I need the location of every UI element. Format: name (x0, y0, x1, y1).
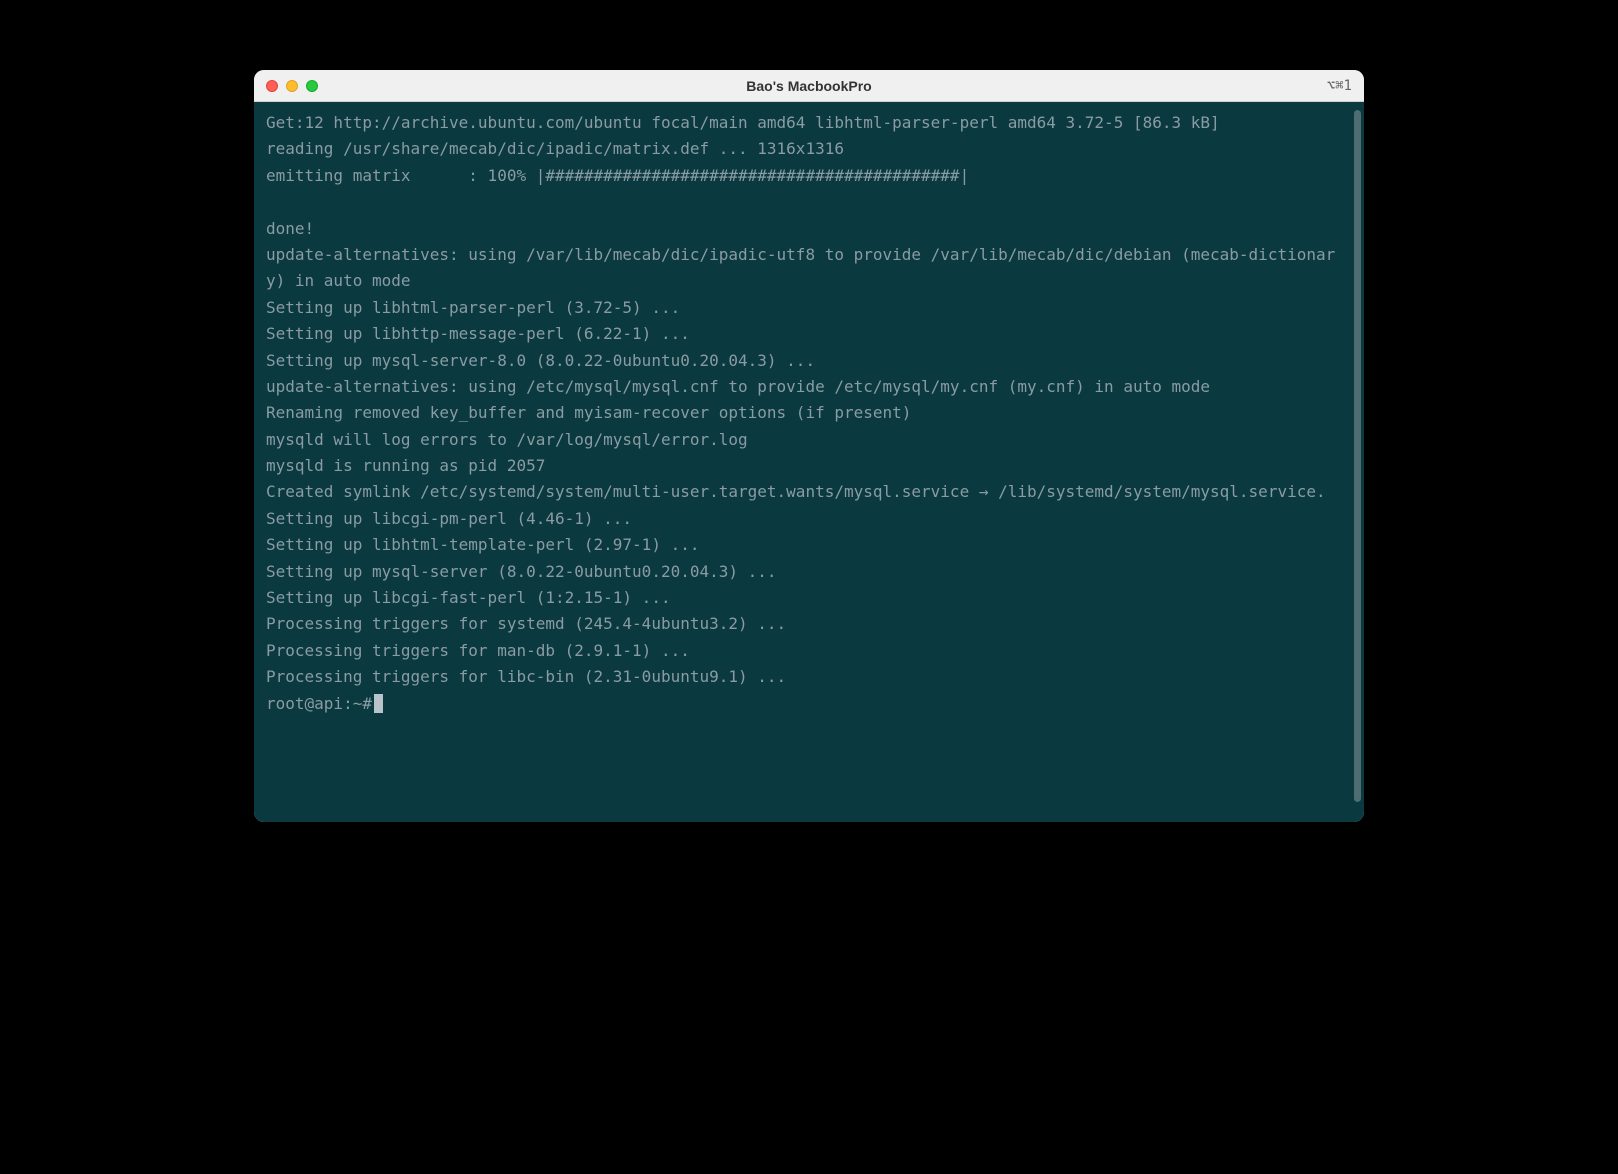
titlebar[interactable]: Bao's MacbookPro ⌥⌘1 (254, 70, 1364, 102)
window-title: Bao's MacbookPro (746, 78, 871, 94)
minimize-button[interactable] (286, 80, 298, 92)
terminal-body[interactable]: Get:12 http://archive.ubuntu.com/ubuntu … (254, 102, 1364, 822)
scrollbar[interactable] (1354, 110, 1361, 802)
traffic-lights (266, 80, 318, 92)
prompt-line[interactable]: root@api:~# (266, 691, 1352, 717)
window-shortcut: ⌥⌘1 (1327, 78, 1352, 94)
cursor (374, 694, 383, 713)
terminal-window: Bao's MacbookPro ⌥⌘1 Get:12 http://archi… (254, 70, 1364, 822)
close-button[interactable] (266, 80, 278, 92)
prompt-text: root@api:~# (266, 691, 372, 717)
terminal-output: Get:12 http://archive.ubuntu.com/ubuntu … (266, 110, 1352, 691)
maximize-button[interactable] (306, 80, 318, 92)
